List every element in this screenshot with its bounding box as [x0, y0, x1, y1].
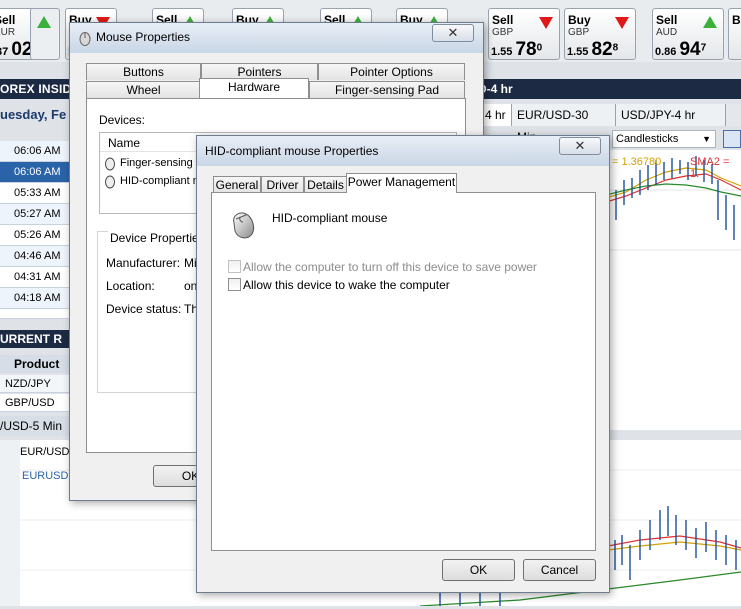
- mouse-icon: [105, 175, 115, 189]
- current-rates-header: URRENT R: [0, 330, 76, 348]
- device-name: Finger-sensing P: [120, 157, 204, 169]
- dialog-title: HID-compliant mouse Properties: [205, 144, 379, 158]
- down-arrow-icon: [539, 17, 553, 29]
- table-row[interactable]: NZD/JPY: [0, 375, 76, 393]
- list-item[interactable]: 04:18 AM: [0, 288, 76, 309]
- tile-currency: GBP: [568, 27, 590, 38]
- close-button[interactable]: ✕: [432, 24, 474, 42]
- ticker-tile-buy-gbp[interactable]: Buy GBP 1.55 828: [564, 8, 636, 60]
- tile-currency: GBP: [492, 27, 514, 38]
- list-item[interactable]: 05:27 AM: [0, 204, 76, 225]
- power-management-tab-panel: HID-compliant mouse Allow the computer t…: [211, 192, 596, 551]
- tab-finger-sensing-pad[interactable]: Finger-sensing Pad: [309, 81, 465, 98]
- list-item[interactable]: 05:33 AM: [0, 183, 76, 204]
- tile-price: 1.55 828: [567, 39, 619, 60]
- allow-power-off-label: Allow the computer to turn off this devi…: [243, 260, 537, 274]
- device-name-label: HID-compliant mouse: [272, 211, 388, 225]
- tile-label: Sell: [492, 13, 514, 27]
- allow-wake-label: Allow this device to wake the computer: [243, 278, 450, 292]
- down-arrow-icon: [615, 17, 629, 29]
- tile-label: Sell: [656, 13, 678, 27]
- mouse-icon: [105, 157, 115, 171]
- ticker-tile-sell-gbp[interactable]: Sell GBP 1.55 780: [488, 8, 560, 60]
- device-name: HID-compliant m: [120, 175, 202, 187]
- list-item[interactable]: 06:06 AM: [0, 141, 76, 162]
- mouse-icon: [233, 212, 255, 239]
- tab-buttons[interactable]: Buttons: [86, 63, 201, 80]
- chart-header: D-4 hr: [475, 79, 741, 99]
- forex-insider-header: OREX INSID: [0, 79, 80, 99]
- date-header: uesday, Fe: [0, 107, 67, 122]
- chart-tool-icon[interactable]: [723, 130, 741, 148]
- list-item[interactable]: 06:06 AM: [0, 162, 76, 183]
- device-properties-label: Device Properties: [108, 231, 207, 245]
- sma2-label: SMA2 = 1.: [690, 156, 730, 180]
- list-item: [0, 309, 76, 319]
- tile-price: 0.86 947: [655, 39, 707, 60]
- ticker-tile-arrow: [30, 8, 60, 60]
- tile-price: 1.55 780: [491, 39, 543, 60]
- tab-power-management[interactable]: Power Management: [346, 173, 457, 193]
- device-status-label: Device status:: [106, 302, 182, 316]
- product-column-header[interactable]: Product: [0, 355, 76, 373]
- ticker-tile-buy-aud[interactable]: B: [728, 8, 741, 60]
- tab-usdjpy-4hr[interactable]: USD/JPY-4 hr: [616, 104, 726, 126]
- allow-wake-checkbox[interactable]: [228, 278, 241, 291]
- up-arrow-icon: [37, 16, 51, 28]
- tile-label: Sell: [0, 13, 16, 27]
- chart-tabs: 4 hr EUR/USD-30 Min USD/JPY-4 hr: [480, 104, 741, 144]
- list-item[interactable]: 04:46 AM: [0, 246, 76, 267]
- tab-wheel[interactable]: Wheel: [86, 81, 201, 98]
- ticker-tile-sell-aud[interactable]: Sell AUD 0.86 947: [652, 8, 724, 60]
- list-item[interactable]: 04:31 AM: [0, 267, 76, 288]
- tile-label: B: [732, 13, 741, 27]
- close-button[interactable]: ✕: [559, 137, 601, 155]
- ok-button[interactable]: OK: [442, 559, 515, 581]
- tab-general[interactable]: General: [213, 176, 261, 193]
- name-column-header[interactable]: Name: [108, 136, 140, 150]
- cancel-button[interactable]: Cancel: [523, 559, 596, 581]
- dialog-title: Mouse Properties: [96, 30, 191, 44]
- sma1-label: = 1.36780: [612, 156, 662, 168]
- tab-details[interactable]: Details: [304, 176, 347, 193]
- up-arrow-icon: [703, 16, 717, 28]
- location-label: Location:: [106, 279, 155, 293]
- mouse-icon: [79, 32, 91, 46]
- tile-label: Buy: [568, 13, 591, 27]
- tab-4hr[interactable]: 4 hr: [480, 104, 512, 126]
- manufacturer-label: Manufacturer:: [106, 256, 181, 270]
- tab-hardware[interactable]: Hardware: [199, 78, 309, 98]
- chart-type-select[interactable]: Candlesticks ▼: [612, 130, 716, 148]
- chart-tab-eurusd[interactable]: EUR/USD: [20, 446, 70, 458]
- allow-power-off-checkbox[interactable]: [228, 260, 241, 273]
- list-item[interactable]: 05:26 AM: [0, 225, 76, 246]
- candlestick-chart-icon: [605, 156, 741, 251]
- chevron-down-icon: ▼: [702, 134, 711, 144]
- chart-tab-usd-5min[interactable]: /USD-5 Min: [0, 416, 76, 436]
- tile-currency: EUR: [0, 27, 16, 38]
- hid-mouse-properties-dialog: HID-compliant mouse Properties ✕ General…: [196, 135, 610, 593]
- price-chart-right: [605, 150, 741, 430]
- tab-driver[interactable]: Driver: [261, 176, 304, 193]
- chart-symbol-label: EURUSD: [22, 470, 69, 482]
- tab-pointer-options[interactable]: Pointer Options: [318, 63, 465, 80]
- table-row[interactable]: GBP/USD: [0, 394, 76, 412]
- tile-currency: AUD: [656, 27, 678, 38]
- devices-label: Devices:: [99, 113, 146, 127]
- tab-eurusd-30min[interactable]: EUR/USD-30 Min: [512, 104, 616, 144]
